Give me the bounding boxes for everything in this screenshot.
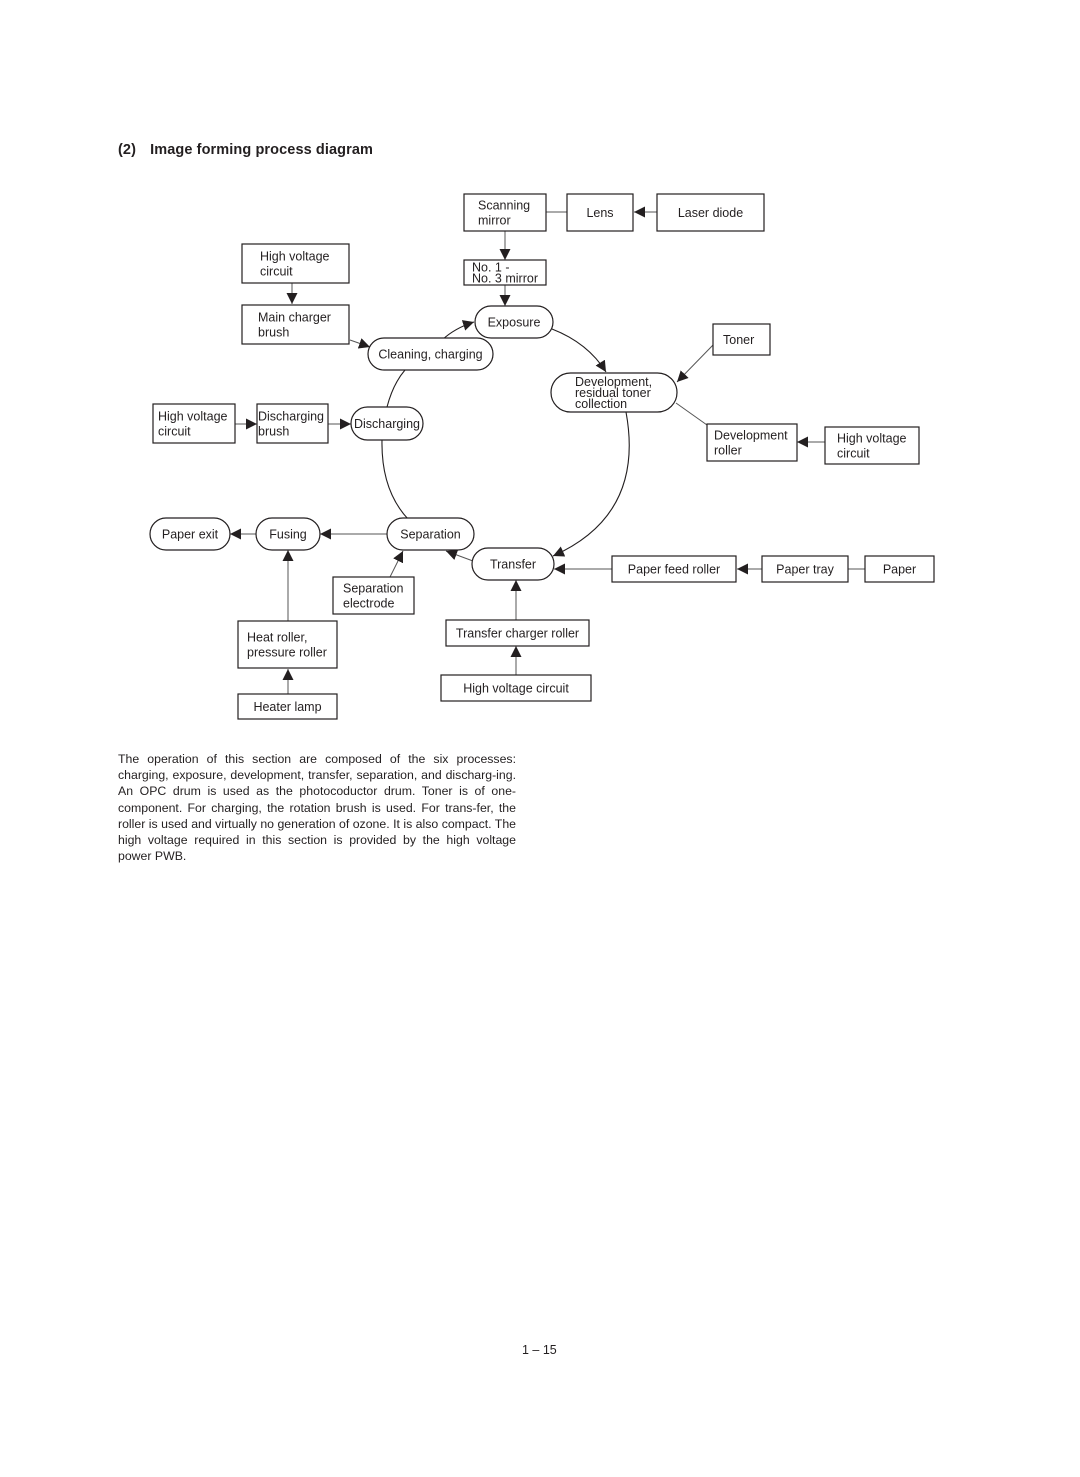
node-hv-circuit-charger: High voltagecircuit [241,243,350,284]
node-hv-circuit-transfer: High voltage circuit [440,674,592,702]
node-label: Heat roller, [247,631,307,645]
node-paper-tray: Paper tray [761,555,849,583]
node-label: High voltage circuit [463,682,569,696]
node-heat-roller: Heat roller,pressure roller [237,620,338,669]
node-label: circuit [158,425,191,439]
node-development: Development,residual tonercollection [550,372,678,413]
connector-development-roller [675,402,708,426]
node-label: Main charger [258,311,331,325]
node-label: Paper tray [776,563,834,577]
node-label: High voltage [837,432,907,446]
arc-development-transfer [552,411,630,557]
node-label: Lens [586,206,613,220]
connector-toner-development [676,343,715,383]
connector-electrode-separation [389,550,404,578]
node-label: mirror [478,214,511,228]
node-label: Exposure [488,316,541,330]
node-lens: Lens [566,193,634,232]
node-label: electrode [343,597,394,611]
node-label: Paper exit [162,528,219,542]
node-fusing: Fusing [255,517,321,551]
node-label: No. 3 mirror [472,272,538,286]
node-hv-circuit-discharge: High voltagecircuit [152,403,236,444]
node-label: High voltage [158,410,228,424]
node-label: pressure roller [247,646,327,660]
node-label: Heater lamp [253,700,321,714]
node-separation-electrode: Separationelectrode [332,576,415,615]
node-label: brush [258,425,289,439]
node-main-charger-brush: Main chargerbrush [241,304,350,345]
node-label: Fusing [269,528,307,542]
node-label: Paper feed roller [628,563,720,577]
node-label: Discharging [354,417,420,431]
node-exposure: Exposure [474,305,554,339]
node-heater-lamp: Heater lamp [237,693,338,720]
connector-transfer-separation [445,549,474,562]
arc-separation-discharging [381,439,409,520]
node-label: collection [575,397,627,411]
node-laser-diode: Laser diode [656,193,765,232]
connector-charger-cleaning [349,338,371,349]
page-number: 1 – 15 [522,1343,557,1357]
node-label: High voltage [260,250,330,264]
node-label: Development [714,429,788,443]
node-paper: Paper [864,555,935,583]
node-cleaning-charging: Cleaning, charging [367,337,494,371]
node-mirror-1-3: No. 1 -No. 3 mirror [463,259,547,286]
node-hv-circuit-development: High voltagecircuit [824,426,920,465]
description-paragraph: The operation of this section are compos… [118,752,516,864]
node-label: circuit [837,447,870,461]
node-separation: Separation [386,517,475,551]
node-scanning-mirror: Scanningmirror [463,193,547,232]
node-paper-exit: Paper exit [149,517,231,551]
node-discharging: Discharging [350,406,424,441]
node-development-roller: Developmentroller [706,423,798,462]
node-label: Transfer charger roller [456,627,579,641]
node-label: Transfer [490,558,536,572]
node-label: Scanning [478,199,530,213]
arc-discharging-cleaning [386,369,406,408]
node-label: circuit [260,265,293,279]
node-discharging-brush: Dischargingbrush [256,403,329,444]
node-label: Discharging [258,410,324,424]
node-label: brush [258,326,289,340]
node-label: Paper [883,563,916,577]
node-label: Toner [723,333,754,347]
node-label: roller [714,444,742,458]
node-shape [237,620,338,669]
node-label: Separation [343,582,404,596]
process-diagram: Scanningmirror Lens Laser diode No. 1 -No. … [149,193,935,720]
node-toner: Toner [712,323,771,356]
node-transfer: Transfer [471,547,555,581]
arc-exposure-development [551,328,607,373]
node-label: Laser diode [678,206,743,220]
arc-cleaning-exposure [441,320,475,341]
node-label: Separation [400,528,461,542]
node-transfer-charger-roller: Transfer charger roller [445,619,590,647]
node-paper-feed-roller: Paper feed roller [611,555,737,583]
node-label: Cleaning, charging [378,348,482,362]
